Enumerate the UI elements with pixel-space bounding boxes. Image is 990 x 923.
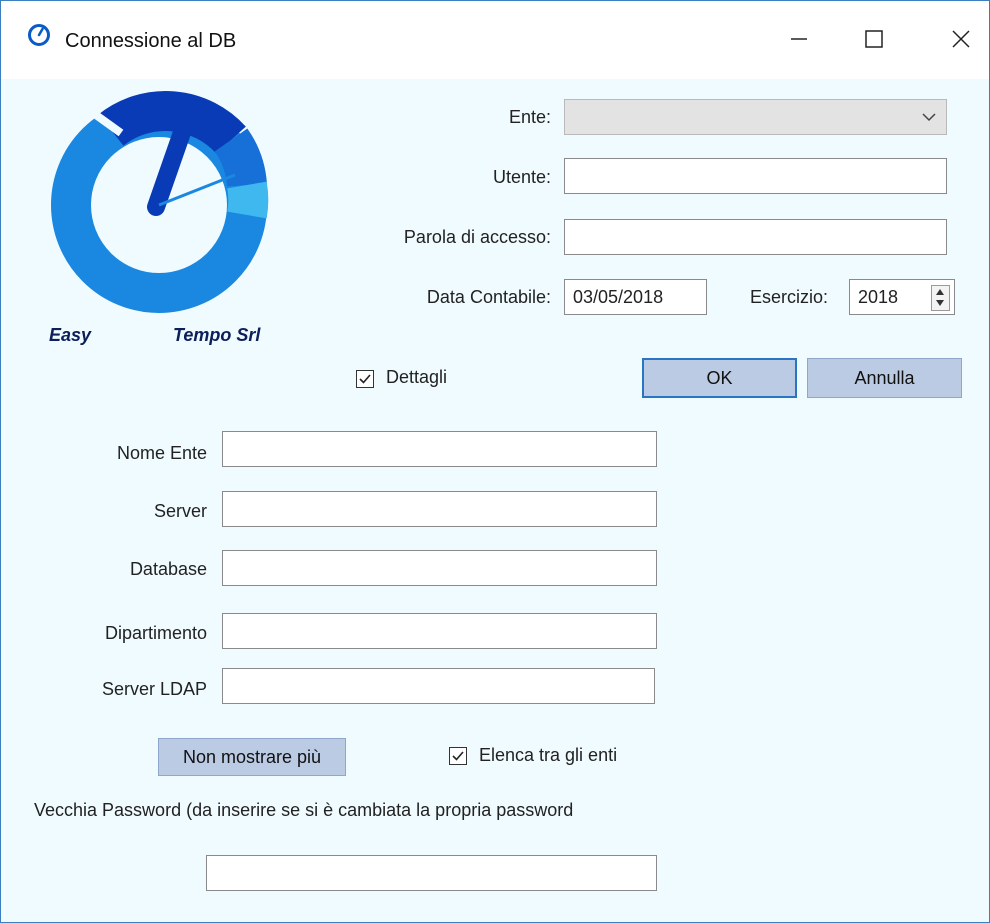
server-label: Server bbox=[153, 501, 207, 521]
chevron-down-icon bbox=[922, 113, 936, 122]
maximize-button[interactable] bbox=[844, 15, 904, 63]
spinner-buttons[interactable] bbox=[931, 285, 950, 311]
spin-up-icon[interactable] bbox=[935, 288, 945, 296]
company-logo bbox=[51, 91, 269, 313]
logo-easy-text: Easy bbox=[49, 325, 92, 345]
database-label: Database bbox=[129, 559, 207, 579]
utente-label: Utente: bbox=[492, 167, 551, 187]
elenca-checkbox[interactable] bbox=[449, 747, 467, 765]
server-input[interactable] bbox=[222, 491, 657, 527]
server-ldap-input[interactable] bbox=[222, 668, 655, 704]
gauge-icon bbox=[28, 24, 50, 46]
dipartimento-label: Dipartimento bbox=[104, 623, 207, 643]
dettagli-checkbox[interactable] bbox=[356, 370, 374, 388]
esercizio-spinner[interactable]: 2018 bbox=[849, 279, 955, 315]
window-title: Connessione al DB bbox=[65, 30, 237, 52]
checkmark-icon bbox=[359, 374, 371, 384]
password-input[interactable] bbox=[564, 219, 947, 255]
close-icon bbox=[952, 30, 970, 48]
data-contabile-input[interactable]: 03/05/2018 bbox=[564, 279, 707, 315]
nome-ente-input[interactable] bbox=[222, 431, 657, 467]
data-contabile-label: Data Contabile: bbox=[426, 287, 551, 307]
title-bar: Connessione al DB bbox=[1, 1, 989, 79]
ente-select[interactable] bbox=[564, 99, 947, 135]
minimize-icon bbox=[791, 38, 807, 40]
ok-button[interactable]: OK bbox=[642, 358, 797, 398]
minimize-button[interactable] bbox=[769, 15, 829, 63]
ente-label: Ente: bbox=[508, 107, 551, 127]
esercizio-label: Esercizio: bbox=[750, 287, 829, 307]
dipartimento-input[interactable] bbox=[222, 613, 657, 649]
utente-input[interactable] bbox=[564, 158, 947, 194]
dettagli-label: Dettagli bbox=[386, 367, 448, 387]
nome-ente-label: Nome Ente bbox=[116, 443, 207, 463]
spin-down-icon[interactable] bbox=[935, 299, 945, 307]
esercizio-value: 2018 bbox=[858, 287, 899, 307]
non-mostrare-button[interactable]: Non mostrare più bbox=[158, 738, 346, 776]
server-ldap-label: Server LDAP bbox=[101, 679, 207, 699]
checkmark-icon bbox=[452, 751, 464, 761]
close-button[interactable] bbox=[931, 15, 990, 63]
elenca-label: Elenca tra gli enti bbox=[479, 745, 618, 765]
logo-company-text: Tempo Srl bbox=[173, 325, 261, 345]
password-label: Parola di accesso: bbox=[403, 227, 551, 247]
maximize-icon bbox=[865, 30, 883, 48]
vecchia-password-label: Vecchia Password (da inserire se si è ca… bbox=[34, 800, 574, 820]
login-dialog: Connessione al DB Easy Tempo Srl Ente: U… bbox=[0, 0, 990, 923]
database-input[interactable] bbox=[222, 550, 657, 586]
vecchia-password-input[interactable] bbox=[206, 855, 657, 891]
annulla-button[interactable]: Annulla bbox=[807, 358, 962, 398]
